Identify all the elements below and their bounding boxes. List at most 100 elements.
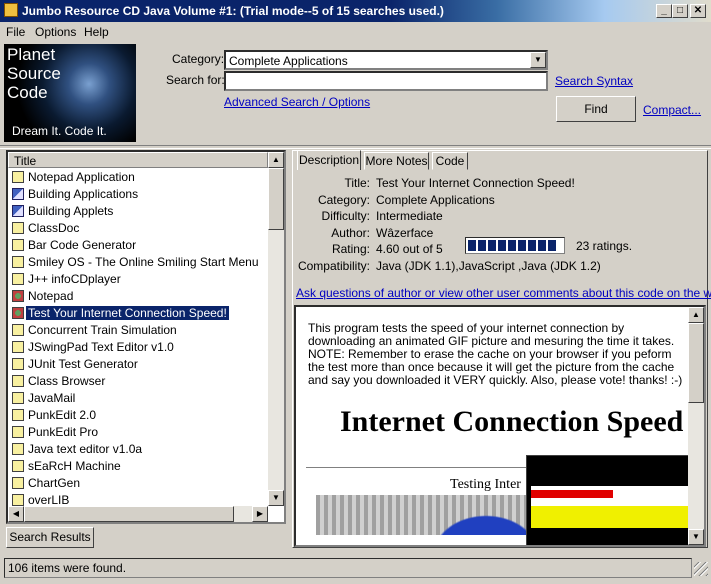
preview-screenshot	[526, 455, 698, 545]
list-item-title: overLIB	[28, 493, 70, 507]
search-input[interactable]	[224, 71, 548, 91]
list-header[interactable]: Title	[8, 152, 268, 168]
rating-bar-fill	[468, 240, 556, 251]
list-header-title: Title	[14, 154, 37, 168]
category-value: Complete Applications	[229, 54, 348, 68]
scroll-icon	[12, 460, 24, 472]
close-button[interactable]: ✕	[690, 4, 706, 18]
logo-line-2: Source	[7, 64, 61, 83]
separator	[0, 145, 711, 149]
logo-tagline: Dream It. Code It.	[12, 124, 107, 138]
list-item[interactable]: PunkEdit Pro	[10, 424, 266, 441]
scroll-left-icon[interactable]: ◀	[8, 506, 24, 522]
list-item[interactable]: Test Your Internet Connection Speed!	[10, 305, 266, 322]
list-item[interactable]: JSwingPad Text Editor v1.0	[10, 339, 266, 356]
browser-vertical-scrollbar[interactable]: ▲ ▼	[688, 307, 704, 545]
preview-screenshot-yellow	[531, 506, 693, 528]
list-item-title: Java text editor v1.0a	[28, 442, 143, 456]
find-button[interactable]: Find	[556, 96, 636, 122]
list-item[interactable]: JavaMail	[10, 390, 266, 407]
list-item[interactable]: JUnit Test Generator	[10, 356, 266, 373]
list-item[interactable]: Building Applications	[10, 186, 266, 203]
scroll-down-icon[interactable]: ▼	[268, 490, 284, 506]
field-label: Category:	[317, 192, 370, 207]
scroll-icon	[12, 358, 24, 370]
preview-heading: Internet Connection Speed	[340, 405, 684, 438]
ask-questions-link[interactable]: Ask questions of author or view other us…	[296, 286, 711, 300]
list-item[interactable]: Building Applets	[10, 203, 266, 220]
list-item[interactable]: J++ infoCDplayer	[10, 271, 266, 288]
tab-description[interactable]: Description	[297, 150, 361, 170]
list-item-title: ClassDoc	[28, 221, 80, 235]
tab-search-results[interactable]: Search Results	[6, 527, 94, 548]
description-browser[interactable]: This program tests the speed of your int…	[294, 305, 706, 547]
list-item[interactable]: Smiley OS - The Online Smiling Start Men…	[10, 254, 266, 271]
tab-code[interactable]: Code	[432, 152, 468, 170]
list-item-title: Bar Code Generator	[28, 238, 137, 252]
gear-icon	[12, 290, 24, 302]
list-item[interactable]: Notepad Application	[10, 169, 266, 186]
scroll-icon	[12, 409, 24, 421]
book-icon	[12, 205, 24, 217]
logo-line-1: Planet	[7, 45, 56, 64]
scroll-icon	[12, 222, 24, 234]
list-item-title: Smiley OS - The Online Smiling Start Men…	[28, 255, 259, 269]
scroll-icon	[12, 443, 24, 455]
list-vertical-scrollbar[interactable]: ▲ ▼	[268, 152, 284, 506]
field-value: 4.60 out of 5	[376, 242, 443, 256]
chevron-down-icon[interactable]: ▼	[530, 52, 546, 68]
title-bar[interactable]: Jumbo Resource CD Java Volume #1: (Trial…	[0, 0, 711, 22]
book-icon	[12, 188, 24, 200]
list-item[interactable]: Java text editor v1.0a	[10, 441, 266, 458]
hscroll-thumb[interactable]	[24, 506, 234, 522]
scrollbar-thumb[interactable]	[268, 168, 284, 230]
list-item[interactable]: Bar Code Generator	[10, 237, 266, 254]
scroll-icon	[12, 256, 24, 268]
preview-screenshot-red	[531, 490, 613, 498]
field-value: Test Your Internet Connection Speed!	[376, 176, 575, 190]
resize-grip-icon[interactable]	[694, 562, 708, 576]
scroll-icon	[12, 392, 24, 404]
scroll-icon	[12, 426, 24, 438]
scroll-right-icon[interactable]: ▶	[252, 506, 268, 522]
browser-scroll-down-icon[interactable]: ▼	[688, 529, 704, 545]
browser-scrollbar-thumb[interactable]	[688, 323, 704, 403]
minimize-button[interactable]: _	[656, 4, 672, 18]
scroll-icon	[12, 477, 24, 489]
gear-icon	[12, 307, 24, 319]
list-item[interactable]: Concurrent Train Simulation	[10, 322, 266, 339]
field-label: Author:	[331, 225, 370, 240]
rating-bar	[465, 237, 565, 254]
list-item-title: Notepad Application	[28, 170, 135, 184]
category-select[interactable]: Complete Applications ▼	[224, 50, 548, 70]
results-list[interactable]: Title Notepad Application Building Applic…	[6, 150, 286, 524]
list-item-title: Notepad	[28, 289, 74, 303]
list-item[interactable]: sEaRcH Machine	[10, 458, 266, 475]
app-icon[interactable]	[4, 3, 18, 17]
menu-options[interactable]: Options	[35, 25, 76, 39]
field-label: Compatibility:	[297, 258, 370, 273]
list-horizontal-scrollbar[interactable]: ◀ ▶	[8, 506, 268, 522]
compact-link[interactable]: Compact...	[643, 103, 701, 117]
list-item[interactable]: ClassDoc	[10, 220, 266, 237]
scroll-up-icon[interactable]: ▲	[268, 152, 284, 168]
description-text: This program tests the speed of your int…	[308, 321, 683, 387]
list-item[interactable]: ChartGen	[10, 475, 266, 492]
tab-more-notes[interactable]: More Notes	[364, 152, 429, 170]
status-text: 106 items were found.	[8, 561, 127, 575]
search-for-label: Search for:	[166, 73, 225, 87]
menu-help[interactable]: Help	[84, 25, 109, 39]
preview-subheading: Testing Inter	[450, 477, 521, 492]
list-item[interactable]: Class Browser	[10, 373, 266, 390]
planet-source-code-logo: Planet Source Code Dream It. Code It.	[4, 44, 136, 142]
list-item-title: Concurrent Train Simulation	[28, 323, 177, 337]
list-item[interactable]: PunkEdit 2.0	[10, 407, 266, 424]
scroll-icon	[12, 239, 24, 251]
advanced-search-link[interactable]: Advanced Search / Options	[224, 95, 370, 109]
search-syntax-link[interactable]: Search Syntax	[555, 74, 633, 88]
browser-scroll-up-icon[interactable]: ▲	[688, 307, 704, 323]
maximize-button[interactable]: □	[672, 4, 688, 18]
list-item[interactable]: Notepad	[10, 288, 266, 305]
scroll-icon	[12, 171, 24, 183]
menu-file[interactable]: File	[6, 25, 25, 39]
